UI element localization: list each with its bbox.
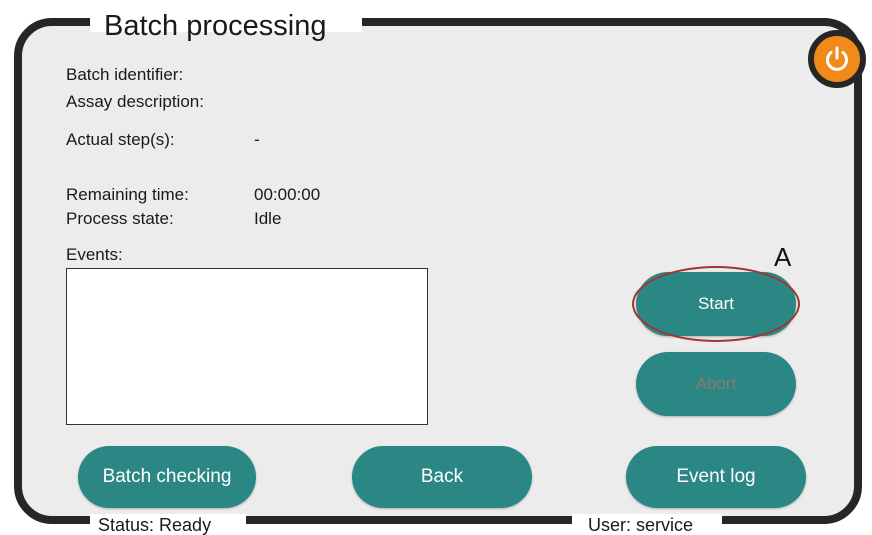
window-title: Batch processing bbox=[104, 10, 327, 42]
remaining-time-value: 00:00:00 bbox=[254, 185, 321, 204]
process-state-label: Process state: bbox=[66, 209, 174, 228]
remaining-time-label: Remaining time: bbox=[66, 185, 189, 204]
process-state-value: Idle bbox=[254, 209, 282, 228]
batch-identifier-label: Batch identifier: bbox=[66, 65, 184, 84]
assay-description-label: Assay description: bbox=[66, 92, 204, 111]
back-button[interactable]: Back bbox=[352, 446, 532, 508]
actual-steps-label: Actual step(s): bbox=[66, 130, 175, 149]
abort-button[interactable]: Abort bbox=[636, 352, 796, 416]
event-log-button[interactable]: Event log bbox=[626, 446, 806, 508]
batch-checking-button[interactable]: Batch checking bbox=[78, 446, 256, 508]
batch-processing-screen: Batch processing Batch identifier: Assay… bbox=[0, 0, 872, 535]
actual-steps-value: - bbox=[254, 130, 260, 149]
user-text: User: service bbox=[588, 515, 694, 535]
status-text: Status: Ready bbox=[98, 515, 212, 535]
power-button[interactable] bbox=[808, 30, 866, 88]
power-icon bbox=[826, 46, 848, 71]
events-label: Events: bbox=[66, 245, 123, 264]
start-button[interactable]: Start bbox=[636, 272, 796, 336]
annotation-label: A bbox=[774, 242, 792, 272]
events-list[interactable] bbox=[66, 268, 428, 425]
